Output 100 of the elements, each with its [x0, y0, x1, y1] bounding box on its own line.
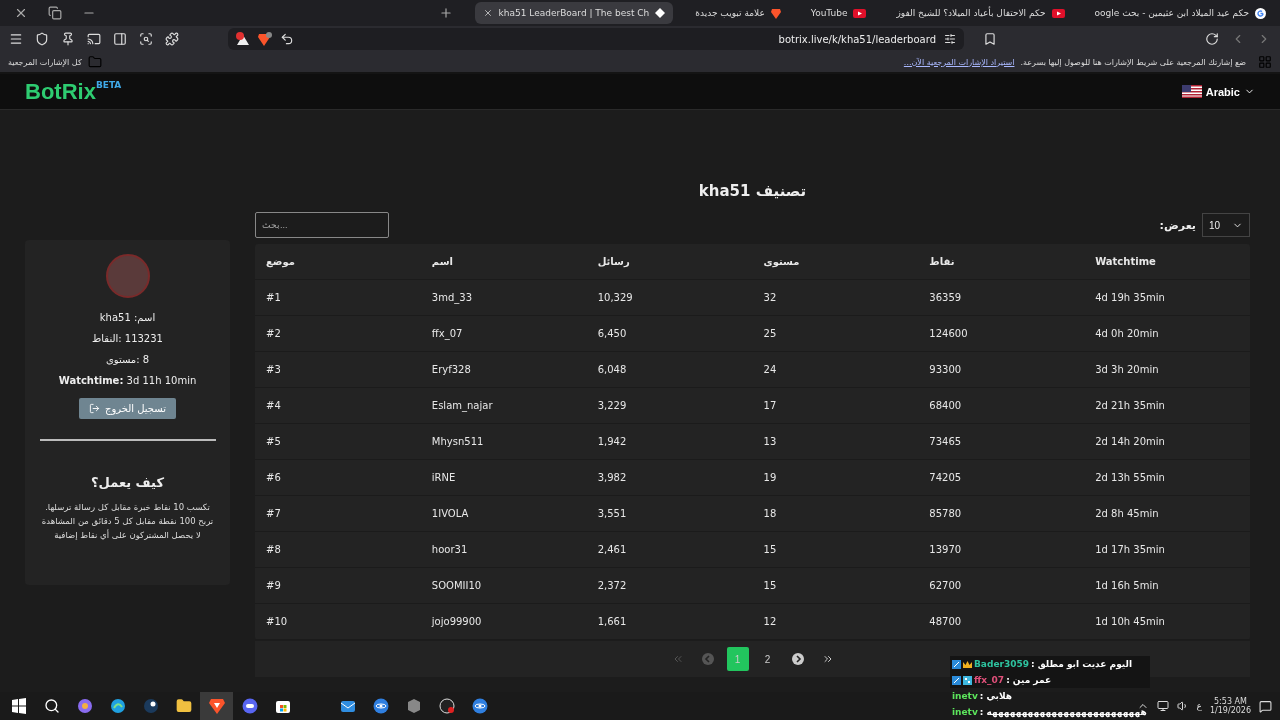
table-cell: 10,329: [597, 292, 633, 303]
chat-username: inetv: [952, 707, 978, 717]
table-cell: jojo99900: [431, 616, 482, 627]
chat-text: : اليوم عديت ابو مطلق: [1030, 659, 1132, 669]
column-header: رسائل: [597, 256, 630, 267]
column-header: اسم: [431, 256, 453, 267]
table-cell: #6: [266, 472, 281, 483]
chat-text: : هلابي: [979, 691, 1013, 701]
table-cell: #5: [266, 436, 281, 447]
table-cell: 48700: [929, 616, 962, 627]
table-cell: 2,461: [597, 544, 627, 555]
search-field[interactable]: بحث...: [255, 212, 389, 238]
column-header: Watchtime: [1095, 256, 1156, 267]
table-cell: 13970: [929, 544, 962, 555]
table-cell: 13: [763, 436, 777, 447]
table-cell: 25: [763, 328, 777, 339]
table-cell: 74205: [929, 472, 962, 483]
table-cell: 36359: [929, 292, 962, 303]
table-cell: Eryf328: [431, 364, 471, 375]
profile-field: kha51 :اسم: [99, 312, 156, 323]
table-cell: 1,661: [597, 616, 627, 627]
table-cell: #7: [266, 508, 281, 519]
table-cell: 3,229: [597, 400, 627, 411]
table-cell: 73465: [929, 436, 962, 447]
table-cell: #4: [266, 400, 281, 411]
chat-username: inetv: [952, 691, 978, 701]
table-cell: 2d 14h 20min: [1095, 436, 1165, 447]
leaderboard-title: kha51 تصنيف: [697, 182, 808, 200]
table-cell: 68400: [929, 400, 962, 411]
beta-label: BETA: [95, 80, 122, 90]
browser-tab[interactable]: حكم عيد الميلاد ابن عثيمين - بحث oogle: [1086, 2, 1274, 24]
table-cell: #10: [266, 616, 288, 627]
table-cell: #3: [266, 364, 281, 375]
column-header: موضع: [266, 256, 295, 267]
help-text: تكسب 10 نقاط خبرة مقابل كل رسالة ترسلها.: [45, 502, 210, 512]
browser-tab[interactable]: YouTube: [802, 2, 875, 24]
table-cell: 62700: [929, 580, 962, 591]
profile-field: 113231 :النقاط: [92, 333, 163, 344]
all-bookmarks-link[interactable]: كل الإشارات المرجعية: [8, 57, 82, 67]
browser-tab[interactable]: حكم الاحتفال بأعياد الميلاد؟ للشيخ الفوز: [888, 2, 1073, 24]
table-cell: 2d 13h 55min: [1095, 472, 1165, 483]
browser-tab[interactable]: علامة تبويب جديدة: [687, 2, 789, 24]
table-cell: 2d 8h 45min: [1095, 508, 1159, 519]
chat-text: : ههههههههههههههههههههههههههه: [979, 707, 1147, 717]
table-cell: 24: [763, 364, 777, 375]
table-cell: hoor31: [431, 544, 468, 555]
table-cell: 1d 16h 5min: [1095, 580, 1159, 591]
table-cell: 3md_33: [431, 292, 473, 303]
help-text: تربح 100 نقطة مقابل كل 5 دقائق من المشاهدة: [41, 516, 214, 526]
table-cell: 6,048: [597, 364, 627, 375]
table-cell: 1IVOLA: [431, 508, 469, 519]
table-cell: 1,942: [597, 436, 627, 447]
table-cell: 1d 17h 35min: [1095, 544, 1165, 555]
table-cell: 124600: [929, 328, 968, 339]
table-cell: 17: [763, 400, 777, 411]
page-button[interactable]: 2: [756, 647, 779, 671]
help-heading: كيف يعمل؟: [91, 475, 164, 490]
column-header: مستوى: [763, 256, 800, 267]
logout-button[interactable]: تسجيل الخروج: [79, 398, 176, 419]
column-header: نقاط: [929, 256, 955, 267]
table-cell: 18: [763, 508, 777, 519]
table-cell: 2,372: [597, 580, 627, 591]
table-cell: 1d 10h 45min: [1095, 616, 1165, 627]
table-cell: 3,982: [597, 472, 627, 483]
address-bar[interactable]: botrix.live/k/kha51/leaderboard: [228, 28, 964, 50]
input-language[interactable]: ع: [1196, 701, 1202, 711]
site-logo[interactable]: BotRix: [25, 78, 96, 105]
table-cell: #2: [266, 328, 281, 339]
table-cell: ffx_07: [431, 328, 463, 339]
table-cell: #8: [266, 544, 281, 555]
profile-field: 8 :مستوى: [105, 354, 150, 365]
table-cell: 15: [763, 544, 777, 555]
table-cell: 4d 0h 20min: [1095, 328, 1159, 339]
table-cell: 93300: [929, 364, 962, 375]
page-size-select[interactable]: 10: [1202, 213, 1250, 237]
show-label: يعرض:: [1159, 218, 1196, 232]
language-selector[interactable]: Arabic: [1181, 85, 1255, 98]
table-cell: 15: [763, 580, 777, 591]
table-cell: 85780: [929, 508, 962, 519]
table-cell: 32: [763, 292, 777, 303]
table-cell: 3d 3h 20min: [1095, 364, 1159, 375]
chat-username: ffx_07: [974, 675, 1005, 685]
table-cell: 2d 21h 35min: [1095, 400, 1165, 411]
chat-username: Bader3059: [974, 659, 1029, 669]
help-text: لا يحصل المشتركون على أي نقاط إضافية: [54, 530, 201, 540]
table-cell: iRNE: [431, 472, 456, 483]
profile-field: Watchtime: 3d 11h 10min: [58, 375, 197, 386]
url-text: botrix.live/k/kha51/leaderboard: [778, 33, 936, 45]
table-cell: SOOMII10: [431, 580, 482, 591]
table-cell: #9: [266, 580, 281, 591]
import-bookmarks-link[interactable]: استيراد الإشارات المرجعية الآن...: [903, 57, 1015, 67]
bookmarks-hint: ضع إشارتك المرجعية على شريط الإشارات هنا للوصول إليها بسرعة.: [1020, 57, 1246, 67]
clock[interactable]: 5:53 AM 1/19/2026: [1209, 697, 1251, 715]
table-cell: 3,551: [597, 508, 627, 519]
table-cell: 6,450: [597, 328, 627, 339]
browser-tab[interactable]: kha51 LeaderBoard | The best Ch: [474, 2, 674, 24]
table-cell: 12: [763, 616, 777, 627]
chat-text: : عمر مين: [1006, 675, 1052, 685]
table-cell: 19: [763, 472, 777, 483]
table-cell: Eslam_najar: [431, 400, 493, 411]
